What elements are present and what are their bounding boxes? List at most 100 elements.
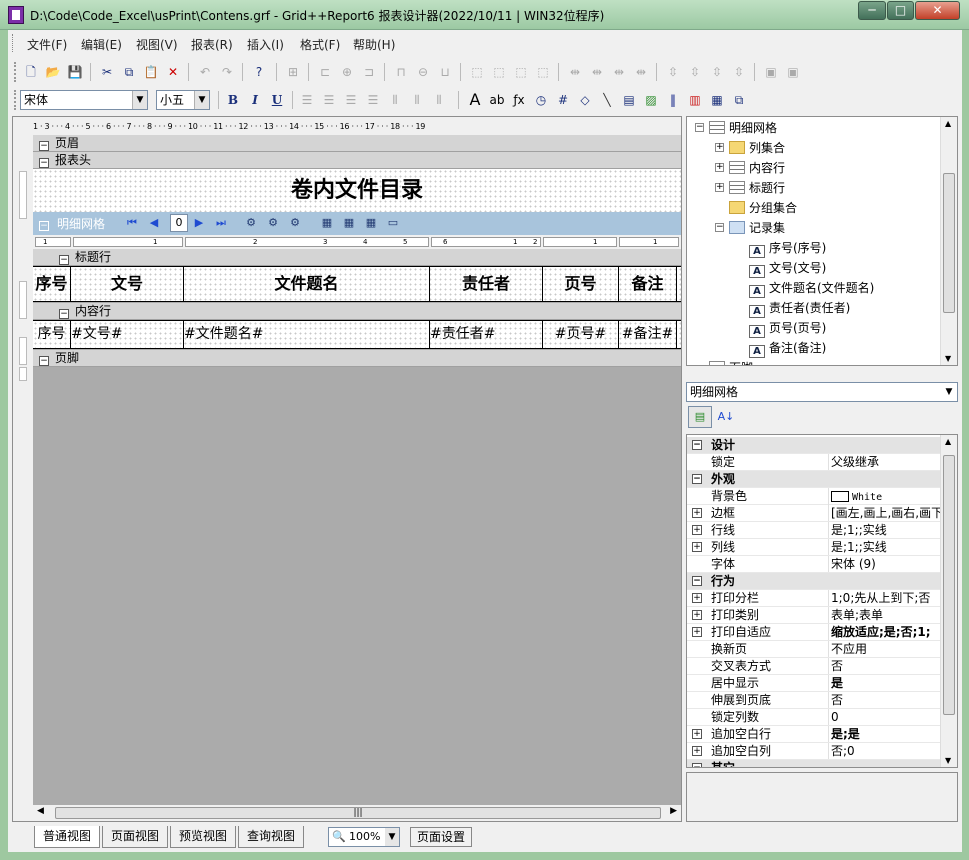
grid-page-number[interactable]: 0 [170,214,188,232]
content-cell[interactable]: 序号 [33,321,71,348]
collapse-icon[interactable]: − [39,141,49,151]
v-middle-icon[interactable]: ⦀ [408,91,426,109]
property-value[interactable]: [画左,画上,画右,画下] [828,505,941,521]
undo-icon[interactable]: ↶ [196,63,214,81]
sort-az-icon[interactable]: A↓ [714,406,738,428]
last-page-icon[interactable]: ⏭ [213,215,229,231]
tab-preview-view[interactable]: 预览视图 [170,826,236,848]
text-left-icon[interactable]: ☰ [298,91,316,109]
property-row[interactable]: + 追加空白行 是;是 [687,726,941,743]
detail-grid-bar[interactable]: − 明细网格 ⏮ ◀ 0 ▶ ⏭ ⚙ ⚙ ⚙ ▦ ▦ ▦ ▭ [33,212,681,235]
property-value[interactable]: 是;是 [828,726,941,742]
tree-field[interactable]: A 备注(备注) [749,339,826,358]
header-cell[interactable]: 责任者 [430,267,543,301]
chevron-down-icon[interactable]: ▼ [385,828,399,846]
property-row[interactable]: 交叉表方式 否 [687,658,941,675]
scroll-thumb[interactable]: ||| [55,807,661,819]
send-back-icon[interactable]: ▣ [784,63,802,81]
v-space-inc-icon[interactable]: ⇳ [686,63,704,81]
band-page-footer[interactable]: − 页脚 [33,350,681,367]
report-title[interactable]: 卷内文件目录 [33,169,681,211]
shape-icon[interactable]: ◇ [576,91,594,109]
align-middle-icon[interactable]: ⊖ [414,63,432,81]
collapse-icon[interactable]: − [692,440,702,450]
align-bottom-icon[interactable]: ⊔ [436,63,454,81]
content-cell[interactable]: #备注# [619,321,677,348]
tab-normal-view[interactable]: 普通视图 [34,826,100,848]
grid-layout-icon[interactable]: ▦ [341,215,357,231]
delete-icon[interactable]: ✕ [164,63,182,81]
expand-icon[interactable]: + [715,143,724,152]
property-row[interactable]: + 打印分栏 1;0;先从上到下;否 [687,590,941,607]
chevron-down-icon[interactable]: ▼ [194,91,209,109]
summary-icon[interactable]: # [554,91,572,109]
grid-layout-icon[interactable]: ▦ [363,215,379,231]
underline-icon[interactable]: U [268,91,286,109]
tree-field[interactable]: A 页号(页号) [749,319,826,338]
menu-file[interactable]: 文件(F) [27,36,67,53]
tree-field[interactable]: A 序号(序号) [749,239,826,258]
object-selector[interactable]: 明细网格 ▼ [686,382,958,402]
v-space-dec-icon[interactable]: ⇳ [708,63,726,81]
property-value[interactable]: 是;1;;实线 [828,539,941,555]
property-value[interactable]: 否 [828,692,941,708]
expand-icon[interactable]: + [692,729,702,739]
property-value[interactable]: 表单;表单 [828,607,941,623]
align-left-icon[interactable]: ⊏ [316,63,334,81]
scroll-down-icon[interactable]: ▼ [945,354,951,363]
first-page-icon[interactable]: ⏮ [124,215,140,231]
v-top-icon[interactable]: ⦀ [386,91,404,109]
cut-icon[interactable]: ✂ [98,63,116,81]
line-icon[interactable]: ╲ [598,91,616,109]
save-icon[interactable]: 💾 [66,63,84,81]
property-value[interactable]: 是;1;;实线 [828,522,941,538]
header-cell[interactable]: 页号 [543,267,619,301]
property-category[interactable]: − 行为 [687,573,941,590]
menu-format[interactable]: 格式(F) [300,36,340,53]
prev-page-icon[interactable]: ◀ [146,215,162,231]
tree-field[interactable]: A 文号(文号) [749,259,826,278]
grid-tool-icon[interactable]: ⚙ [265,215,281,231]
h-space-equal-icon[interactable]: ⇹ [566,63,584,81]
menu-edit[interactable]: 编辑(E) [81,36,122,53]
scroll-thumb[interactable] [943,455,955,715]
text-justify-icon[interactable]: ☰ [364,91,382,109]
bring-front-icon[interactable]: ▣ [762,63,780,81]
tree-node-title-row[interactable]: 标题行 [729,179,785,196]
property-row[interactable]: + 追加空白列 否;0 [687,743,941,760]
chevron-down-icon[interactable]: ▼ [132,91,147,109]
collapse-icon[interactable]: − [692,576,702,586]
property-row[interactable]: 居中显示 是 [687,675,941,692]
property-category[interactable]: − 其它 [687,760,941,767]
next-page-icon[interactable]: ▶ [191,215,207,231]
property-row[interactable]: + 打印自适应 缩放适应;是;否;1; [687,624,941,641]
property-row[interactable]: 锁定列数 0 [687,709,941,726]
property-row[interactable]: + 打印类别 表单;表单 [687,607,941,624]
design-hscrollbar[interactable]: ◀ ||| ▶ [33,805,681,821]
expand-icon[interactable]: + [715,163,724,172]
tree-field[interactable]: A 责任者(责任者) [749,299,850,318]
property-value[interactable]: White [828,488,941,506]
help-icon[interactable]: ? [250,63,268,81]
menu-insert[interactable]: 插入(I) [247,36,284,53]
property-value[interactable]: 不应用 [828,641,941,657]
align-grid-icon[interactable]: ⊞ [284,63,302,81]
richtext-icon[interactable]: ▤ [620,91,638,109]
same-height-icon[interactable]: ⬚ [490,63,508,81]
expand-icon[interactable]: + [692,508,702,518]
fit-grid-icon[interactable]: ⬚ [534,63,552,81]
collapse-icon[interactable]: − [695,123,704,132]
categorized-icon[interactable]: ▤ [688,406,712,428]
tree-node-root[interactable]: 明细网格 [709,119,777,136]
collapse-icon[interactable]: − [39,158,49,168]
property-value[interactable]: 是 [828,675,941,691]
h-space-inc-icon[interactable]: ⇹ [588,63,606,81]
property-value[interactable]: 0 [828,709,941,725]
scroll-thumb[interactable] [943,173,955,313]
property-row[interactable]: + 边框 [画左,画上,画右,画下] [687,505,941,522]
grid-tool-icon[interactable]: ⚙ [243,215,259,231]
property-value[interactable]: 1;0;先从上到下;否 [828,590,941,606]
grid-layout-icon[interactable]: ▦ [319,215,335,231]
scroll-left-icon[interactable]: ◀ [37,806,44,816]
align-center-icon[interactable]: ⊕ [338,63,356,81]
